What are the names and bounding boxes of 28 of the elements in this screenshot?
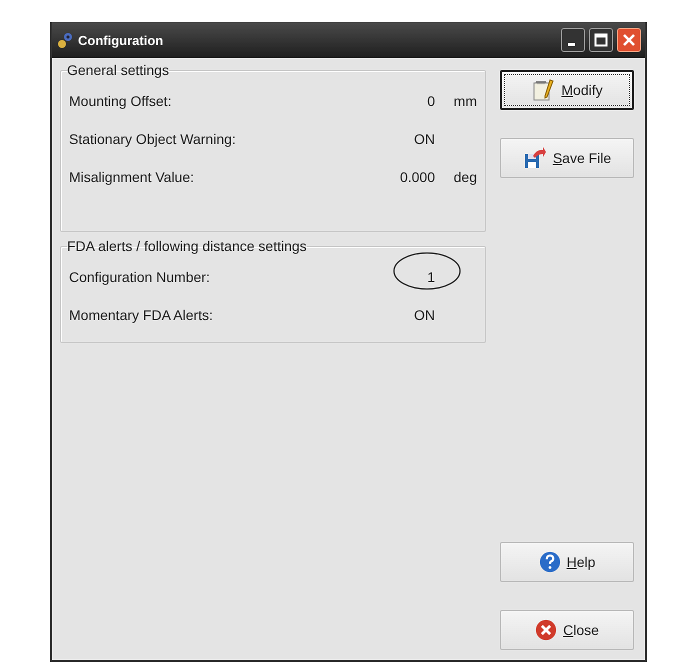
minimize-icon	[568, 42, 575, 46]
group-title: FDA alerts / following distance settings	[67, 238, 307, 254]
setting-label: Momentary FDA Alerts:	[69, 307, 214, 323]
setting-value: 1	[427, 269, 435, 285]
help-icon	[538, 551, 561, 573]
setting-value: 0.000	[400, 169, 435, 185]
floppy-disk-icon	[522, 146, 547, 170]
unit-label: mm	[454, 93, 477, 109]
notepad-icon	[531, 78, 556, 102]
setting-value: ON	[414, 131, 435, 147]
maximize-button[interactable]	[589, 28, 613, 52]
help-button[interactable]: Help	[500, 542, 634, 582]
setting-value: 0	[427, 93, 435, 109]
setting-label: Misalignment Value:	[69, 169, 196, 185]
close-icon	[535, 619, 558, 641]
setting-value: ON	[414, 307, 435, 323]
setting-label: Configuration Number:	[69, 269, 211, 285]
group-title: General settings	[67, 62, 169, 78]
setting-label: Mounting Offset:	[69, 93, 172, 109]
unit-label: deg	[454, 169, 477, 185]
window-title: Configuration	[78, 32, 164, 48]
close-window-button[interactable]	[617, 28, 641, 52]
maximize-icon	[592, 31, 610, 49]
close-button[interactable]: Close	[500, 610, 634, 650]
setting-label: Stationary Object Warning:	[69, 131, 237, 147]
save-button[interactable]: Save File	[500, 138, 634, 178]
modify-button[interactable]: Modify	[500, 70, 634, 110]
minimize-button[interactable]	[561, 28, 585, 52]
